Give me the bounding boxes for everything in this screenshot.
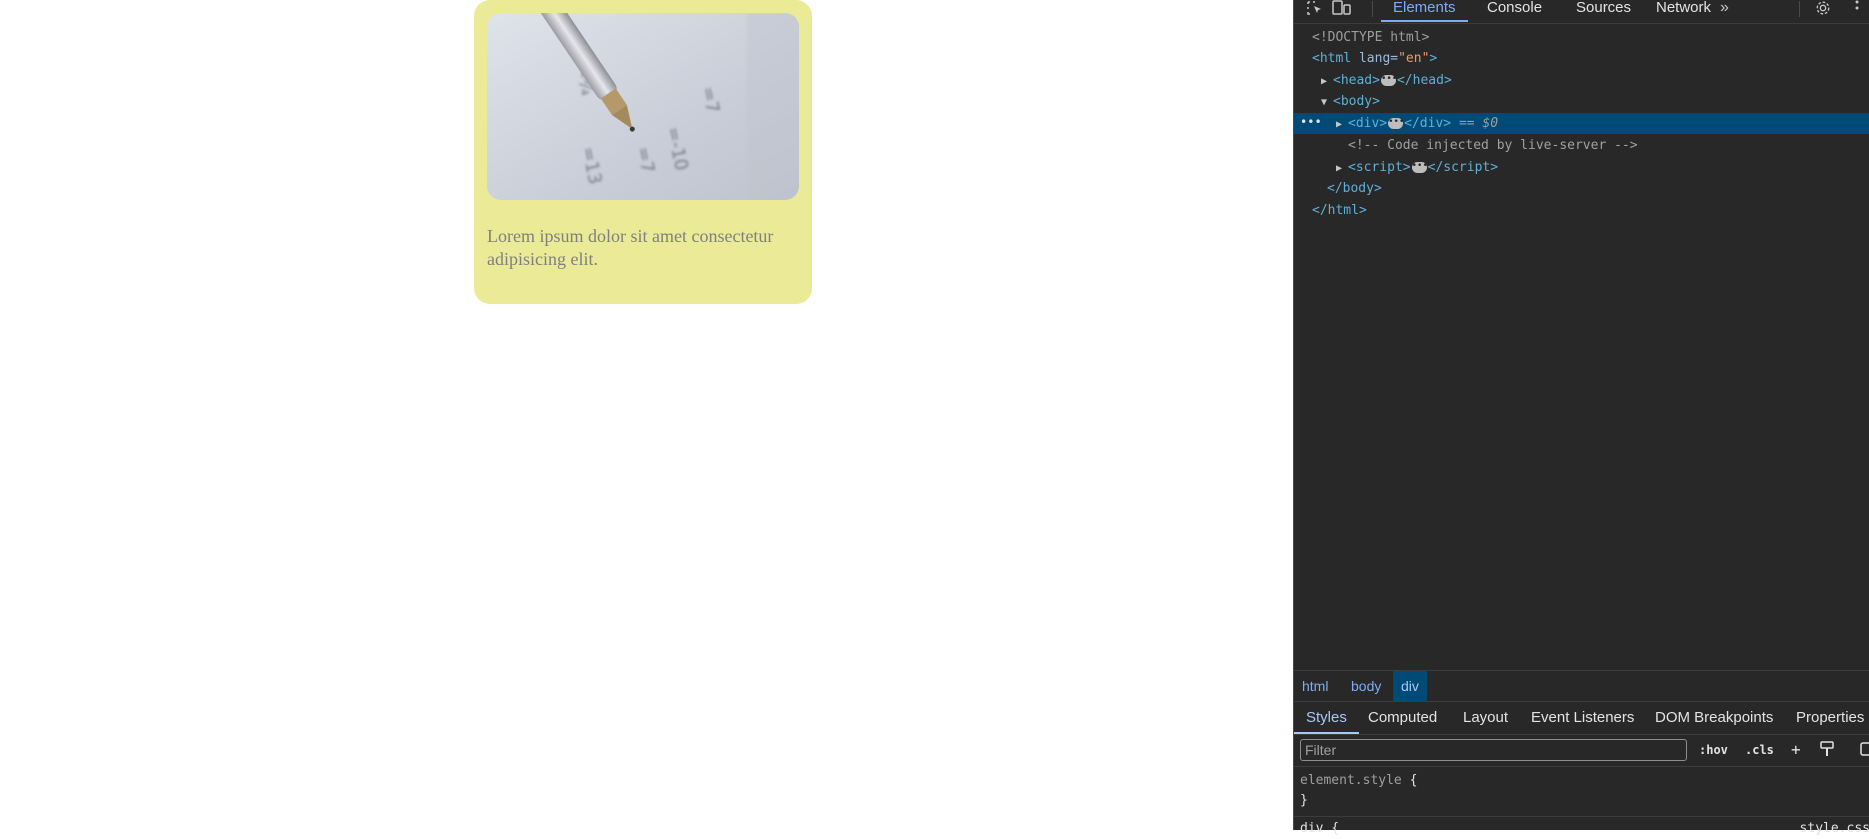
dom-head-collapsed[interactable]: ▶ <head>•••</head> [1294, 70, 1869, 91]
toolbar-divider [1372, 1, 1373, 17]
tab-styles[interactable]: Styles [1294, 702, 1359, 734]
devtools-panel: Elements Console Sources Network » <!DOC… [1293, 0, 1869, 836]
div-close-tag-name: div [1419, 116, 1444, 131]
tab-network[interactable]: Network [1644, 0, 1723, 22]
element-style-rule-open[interactable]: element.style { [1300, 771, 1417, 791]
styles-filter-input[interactable] [1300, 739, 1687, 761]
tab-event-listeners[interactable]: Event Listeners [1519, 702, 1646, 734]
dom-doctype[interactable]: <!DOCTYPE html> [1294, 27, 1869, 48]
inspect-element-icon[interactable] [1306, 0, 1324, 18]
rule-source-link[interactable]: style.css [1800, 819, 1869, 839]
dom-body-close[interactable]: </body> [1294, 178, 1869, 199]
dom-script-collapsed[interactable]: ▶ <script>•••</script> [1294, 157, 1869, 178]
tab-properties[interactable]: Properties [1784, 702, 1869, 734]
tab-dom-breakpoints[interactable]: DOM Breakpoints [1643, 702, 1785, 734]
collapsed-ellipsis-icon[interactable]: ••• [1411, 162, 1428, 173]
dom-html-open[interactable]: <html lang="en"> [1294, 48, 1869, 69]
dom-comment[interactable]: <!-- Code injected by live-server --> [1294, 135, 1869, 156]
devtools-toolbar: Elements Console Sources Network » [1294, 0, 1869, 24]
div-tag-name: div [1355, 116, 1380, 131]
element-style-rule-close: } [1300, 791, 1308, 811]
more-tabs-chevron-icon[interactable]: » [1720, 0, 1729, 18]
expand-triangle-icon[interactable]: ▶ [1336, 158, 1348, 179]
doctype-text: <!DOCTYPE html> [1312, 30, 1430, 45]
toolbar-divider-right [1799, 1, 1800, 17]
new-style-rule-plus-icon[interactable]: + [1791, 741, 1801, 759]
dom-body-open[interactable]: ▼ <body> [1294, 91, 1869, 112]
tab-computed[interactable]: Computed [1356, 702, 1449, 734]
script-tag-name: script [1355, 160, 1403, 175]
breadcrumb-html[interactable]: html [1294, 671, 1336, 702]
html-tag-name: html [1319, 51, 1352, 66]
settings-gear-icon[interactable] [1814, 0, 1832, 18]
page-viewport: =13 =7 =-10 =7 -¾ Lorem ipsum dolor sit … [0, 0, 1293, 830]
body-close-tag-name: body [1342, 181, 1374, 196]
tab-console[interactable]: Console [1475, 0, 1554, 22]
device-toolbar-icon[interactable] [1332, 0, 1352, 18]
class-toggle[interactable]: .cls [1745, 741, 1774, 759]
collapsed-ellipsis-icon[interactable]: ••• [1380, 75, 1397, 86]
rule-divider [1294, 816, 1869, 817]
card-text: Lorem ipsum dolor sit amet consectetur a… [487, 226, 774, 269]
styles-rules: element.style { } div { style.css [1294, 767, 1869, 836]
head-tag-name: head [1340, 73, 1373, 88]
div-rule-selector: div { [1300, 821, 1340, 836]
breadcrumb: html body div [1294, 670, 1869, 702]
card: =13 =7 =-10 =7 -¾ Lorem ipsum dolor sit … [474, 0, 812, 304]
collapsed-ellipsis-icon[interactable]: ••• [1388, 118, 1404, 129]
hover-state-toggle[interactable]: :hov [1699, 741, 1728, 759]
close-brace: } [1300, 793, 1308, 808]
html-attr-name: lang [1358, 51, 1391, 66]
kebab-menu-icon[interactable] [1854, 0, 1860, 18]
tab-sources[interactable]: Sources [1564, 0, 1643, 22]
collapse-triangle-icon[interactable]: ▼ [1321, 92, 1333, 113]
tab-elements[interactable]: Elements [1381, 0, 1468, 22]
styles-panel-tabs: Styles Computed Layout Event Listeners D… [1294, 701, 1869, 735]
pen-on-math-paper-photo: =13 =7 =-10 =7 -¾ [487, 13, 799, 200]
toggle-sidebar-icon[interactable] [1860, 741, 1869, 759]
div-rule-open[interactable]: div { [1300, 819, 1339, 839]
card-image: =13 =7 =-10 =7 -¾ [487, 13, 799, 200]
comment-text: <!-- Code injected by live-server --> [1348, 138, 1638, 153]
html-attr-value: "en" [1398, 51, 1430, 66]
row-actions-dots-icon[interactable]: ••• [1300, 113, 1322, 132]
expand-triangle-icon[interactable]: ▶ [1321, 71, 1333, 92]
selected-node-marker: == $0 [1458, 116, 1499, 131]
paint-brush-icon[interactable] [1820, 741, 1834, 759]
open-brace: { [1409, 773, 1418, 788]
head-close-tag-name: head [1412, 73, 1444, 88]
element-style-selector: element.style [1300, 773, 1402, 788]
body-tag-name: body [1340, 94, 1373, 109]
dom-div-selected[interactable]: ••• ▶ <div>•••</div> == $0 [1294, 113, 1869, 134]
styles-filter-bar: :hov .cls + [1294, 735, 1869, 767]
breadcrumb-div[interactable]: div [1393, 671, 1427, 702]
script-close-tag-name: script [1443, 160, 1491, 175]
breadcrumb-body[interactable]: body [1343, 671, 1389, 702]
html-close-tag-name: html [1327, 203, 1359, 218]
dom-html-close[interactable]: </html> [1294, 200, 1869, 221]
tab-layout[interactable]: Layout [1451, 702, 1520, 734]
expand-triangle-icon[interactable]: ▶ [1336, 114, 1348, 135]
